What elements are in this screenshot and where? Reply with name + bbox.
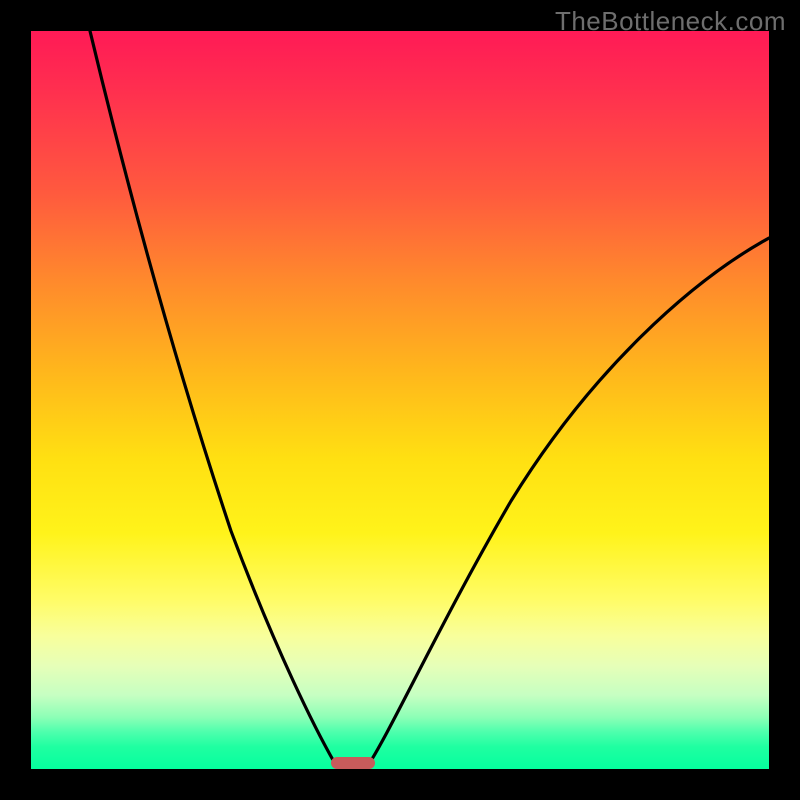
plot-area	[31, 31, 769, 769]
curve-right-branch	[367, 238, 769, 767]
watermark-text: TheBottleneck.com	[555, 6, 786, 37]
outer-frame: TheBottleneck.com	[0, 0, 800, 800]
curve-left-branch	[90, 31, 337, 767]
bottleneck-curve	[31, 31, 769, 769]
bottleneck-marker	[331, 757, 375, 769]
